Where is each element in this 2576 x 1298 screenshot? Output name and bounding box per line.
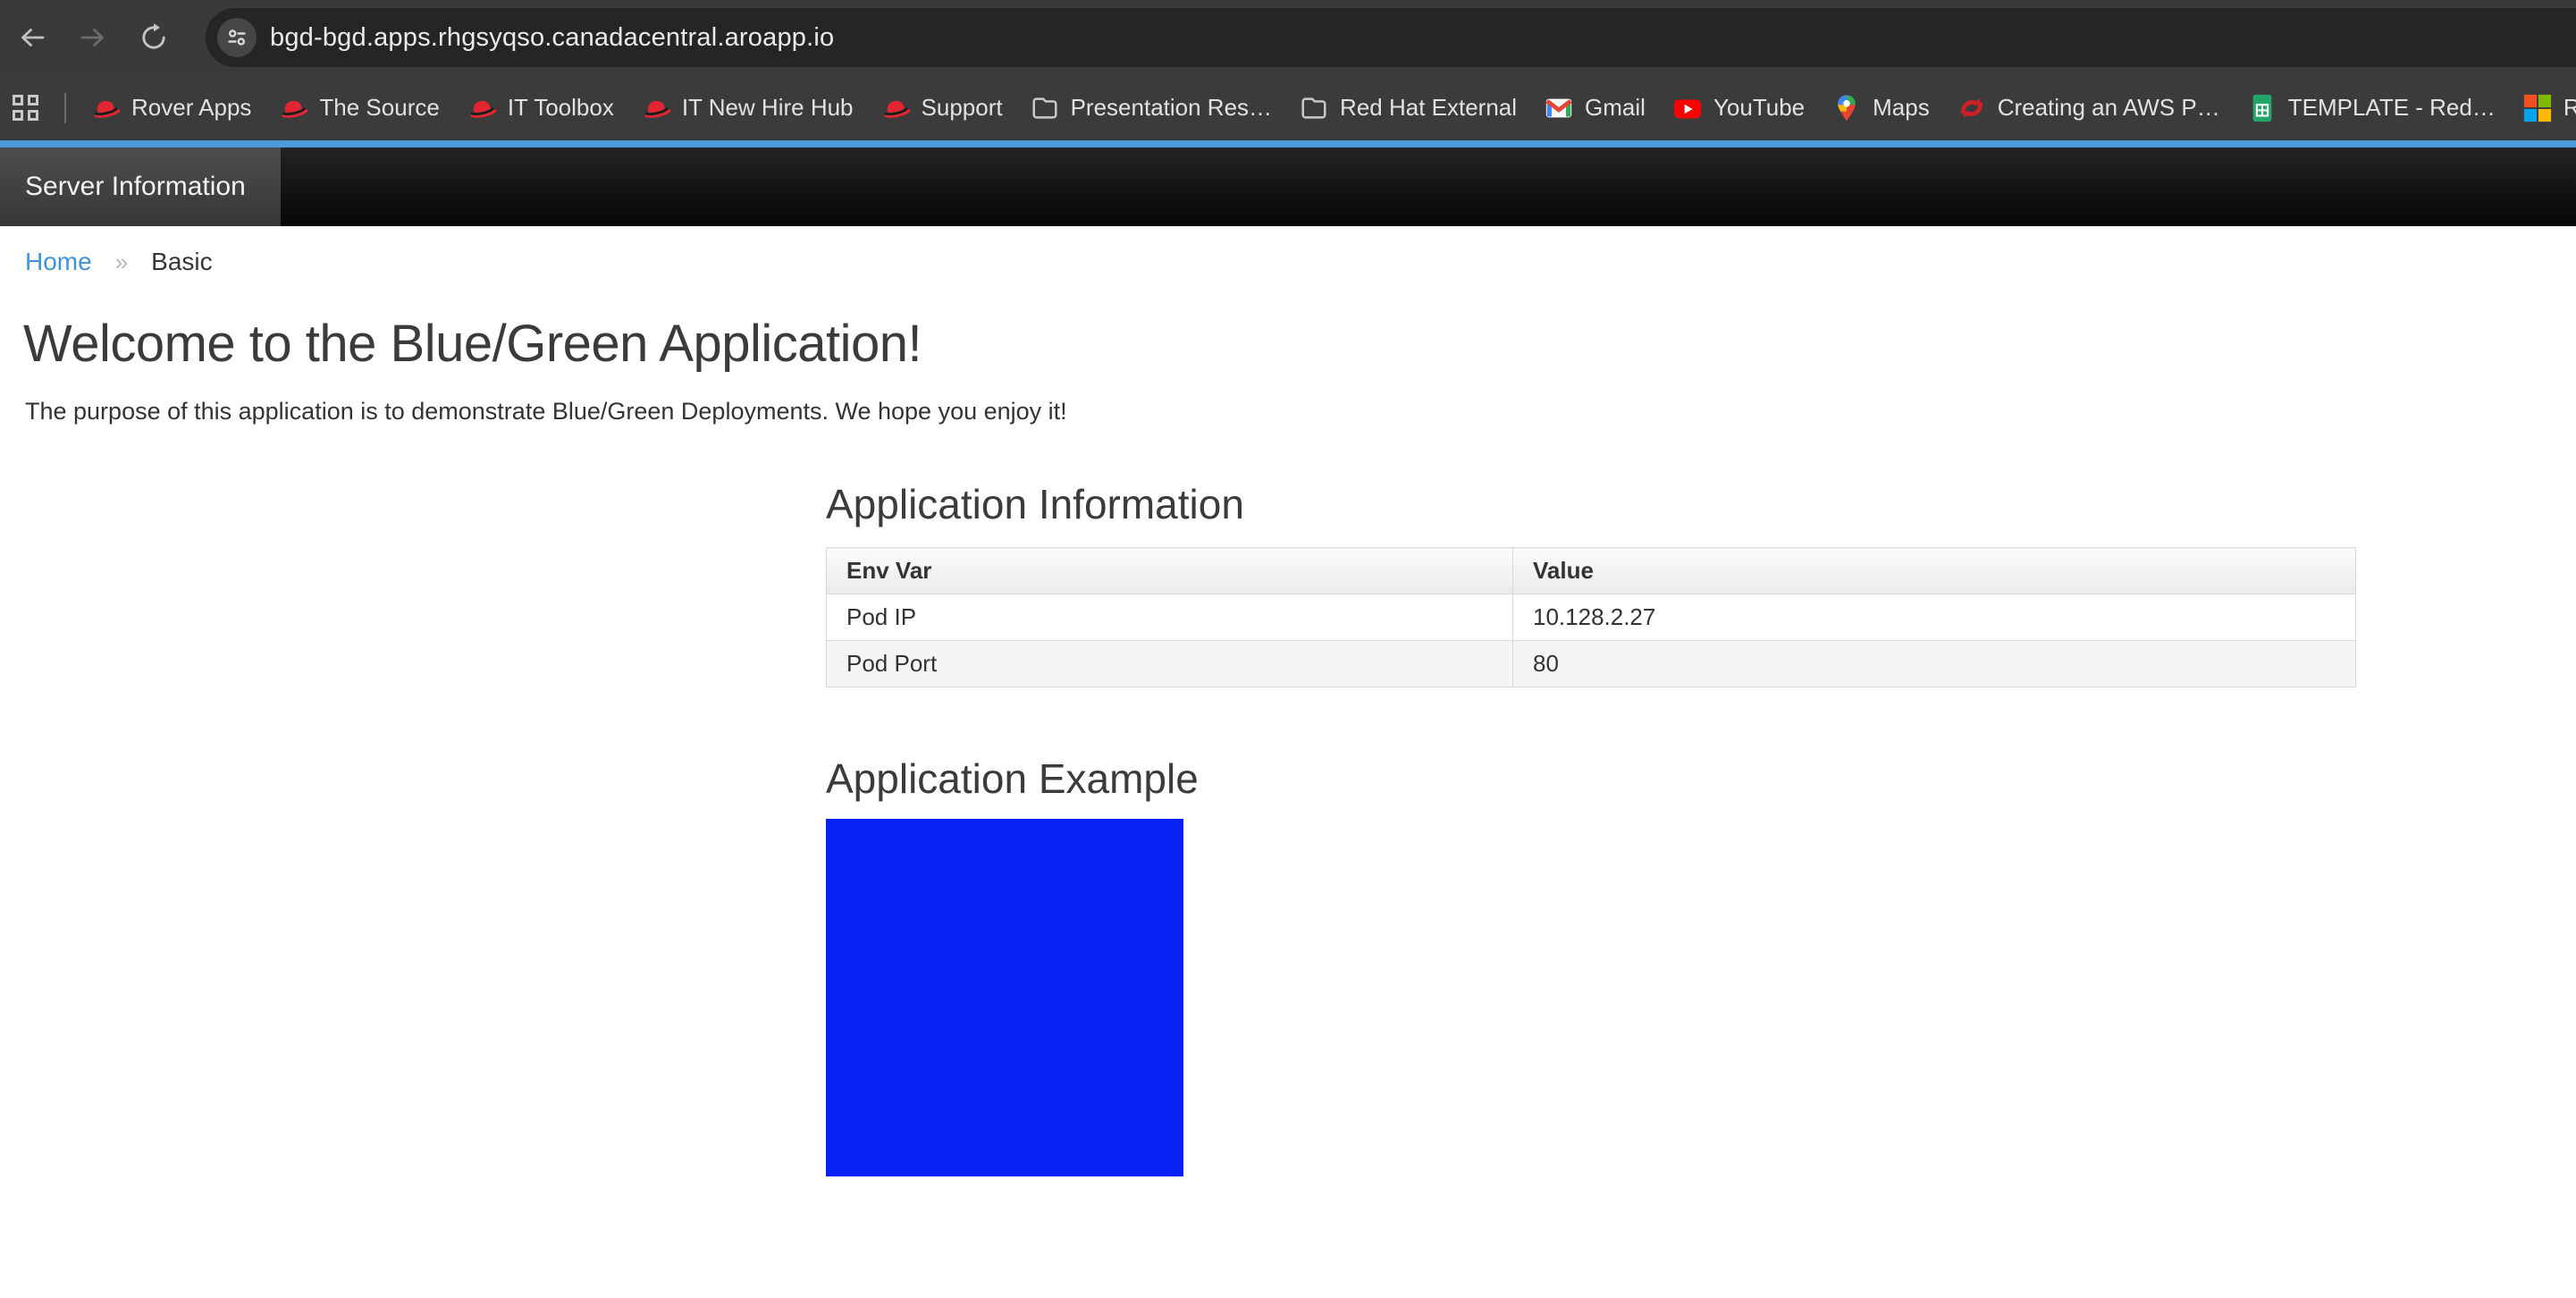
bookmark-gmail[interactable]: Gmail [1544, 93, 1646, 123]
bookmark-run[interactable]: Run [2522, 93, 2576, 123]
apps-grid-icon[interactable] [13, 95, 38, 121]
bookmarks-bar: Rover Apps The Source IT Toolbox IT New … [0, 75, 2576, 140]
back-button[interactable] [13, 18, 52, 57]
google-maps-icon [1831, 93, 1862, 123]
app-column: Application Information Env Var Value Po… [826, 481, 2356, 1176]
bookmark-it-new-hire-hub[interactable]: IT New Hire Hub [641, 93, 854, 123]
app-navbar: Server Information [0, 148, 2576, 226]
breadcrumb-separator: » [115, 249, 128, 276]
back-arrow-icon [16, 21, 48, 54]
bookmark-label: IT Toolbox [508, 94, 614, 122]
bookmark-label: Creating an AWS P… [1998, 94, 2220, 122]
forward-button[interactable] [73, 18, 113, 57]
page-title: Welcome to the Blue/Green Application! [23, 316, 2576, 373]
deployment-color-box [826, 819, 1183, 1176]
bookmark-label: Red Hat External [1340, 94, 1517, 122]
site-settings-tune-icon [224, 25, 249, 50]
redhat-fedora-icon [467, 93, 497, 123]
cell-pod-port-label: Pod Port [827, 641, 1513, 687]
bookmark-template-sheet[interactable]: TEMPLATE - Red… [2247, 93, 2496, 123]
bookmark-creating-an-aws[interactable]: Creating an AWS P… [1957, 93, 2220, 123]
table-row-pod-ip: Pod IP 10.128.2.27 [827, 594, 2356, 641]
bookmark-label: IT New Hire Hub [682, 94, 854, 122]
bookmark-maps[interactable]: Maps [1831, 93, 1930, 123]
cell-pod-ip-label: Pod IP [827, 594, 1513, 641]
application-information-heading: Application Information [826, 481, 2356, 527]
breadcrumb-home-link[interactable]: Home [25, 248, 92, 276]
cell-pod-port-value: 80 [1513, 641, 2356, 687]
bookmarks-divider [64, 93, 66, 123]
bookmark-label: The Source [319, 94, 439, 122]
bookmark-label: Presentation Res… [1071, 94, 1272, 122]
table-row-pod-port: Pod Port 80 [827, 641, 2356, 687]
folder-icon [1299, 93, 1329, 123]
bookmark-label: TEMPLATE - Red… [2288, 94, 2496, 122]
url-bar[interactable]: bgd-bgd.apps.rhgsyqso.canadacentral.aroa… [206, 8, 2576, 67]
microsoft-icon [2522, 93, 2553, 123]
google-sheets-icon [2247, 93, 2277, 123]
application-example-heading: Application Example [826, 755, 2356, 802]
tab-label: Server Information [25, 172, 246, 202]
bookmark-label: Rover Apps [131, 94, 251, 122]
reload-icon [138, 21, 170, 54]
bookmark-support[interactable]: Support [880, 93, 1003, 123]
application-information-table: Env Var Value Pod IP 10.128.2.27 Pod Por… [826, 547, 2356, 687]
forward-arrow-icon [77, 21, 109, 54]
tab-server-information[interactable]: Server Information [0, 148, 281, 226]
folder-icon [1030, 93, 1060, 123]
bookmark-label: Gmail [1585, 94, 1646, 122]
table-header-row: Env Var Value [827, 548, 2356, 594]
page-content: Home » Basic Welcome to the Blue/Green A… [0, 226, 2576, 1176]
column-header-env-var: Env Var [827, 548, 1513, 594]
bookmark-the-source[interactable]: The Source [278, 93, 439, 123]
redhat-fedora-icon [880, 93, 911, 123]
bookmark-it-toolbox[interactable]: IT Toolbox [467, 93, 614, 123]
redhat-fedora-icon [278, 93, 308, 123]
bookmark-label: Run [2563, 94, 2576, 122]
redhat-fedora-icon [90, 93, 121, 123]
gmail-icon [1544, 93, 1574, 123]
bookmark-youtube[interactable]: YouTube [1672, 93, 1805, 123]
openshift-icon [1957, 93, 1987, 123]
column-header-value: Value [1513, 548, 2356, 594]
bookmark-red-hat-external[interactable]: Red Hat External [1299, 93, 1517, 123]
breadcrumb-current: Basic [151, 248, 212, 276]
bookmark-presentation-resources[interactable]: Presentation Res… [1030, 93, 1272, 123]
redhat-fedora-icon [641, 93, 671, 123]
cell-pod-ip-value: 10.128.2.27 [1513, 594, 2356, 641]
url-text: bgd-bgd.apps.rhgsyqso.canadacentral.aroa… [270, 23, 834, 53]
youtube-icon [1672, 93, 1703, 123]
accent-divider-line [0, 140, 2576, 148]
site-settings-button[interactable] [217, 18, 257, 57]
bookmark-label: Maps [1873, 94, 1930, 122]
bookmark-label: YouTube [1713, 94, 1805, 122]
bookmark-label: Support [922, 94, 1003, 122]
browser-toolbar: bgd-bgd.apps.rhgsyqso.canadacentral.aroa… [0, 0, 2576, 75]
page-subtitle: The purpose of this application is to de… [25, 398, 2576, 426]
breadcrumb: Home » Basic [0, 226, 2576, 276]
bookmark-rover-apps[interactable]: Rover Apps [90, 93, 251, 123]
reload-button[interactable] [134, 18, 173, 57]
